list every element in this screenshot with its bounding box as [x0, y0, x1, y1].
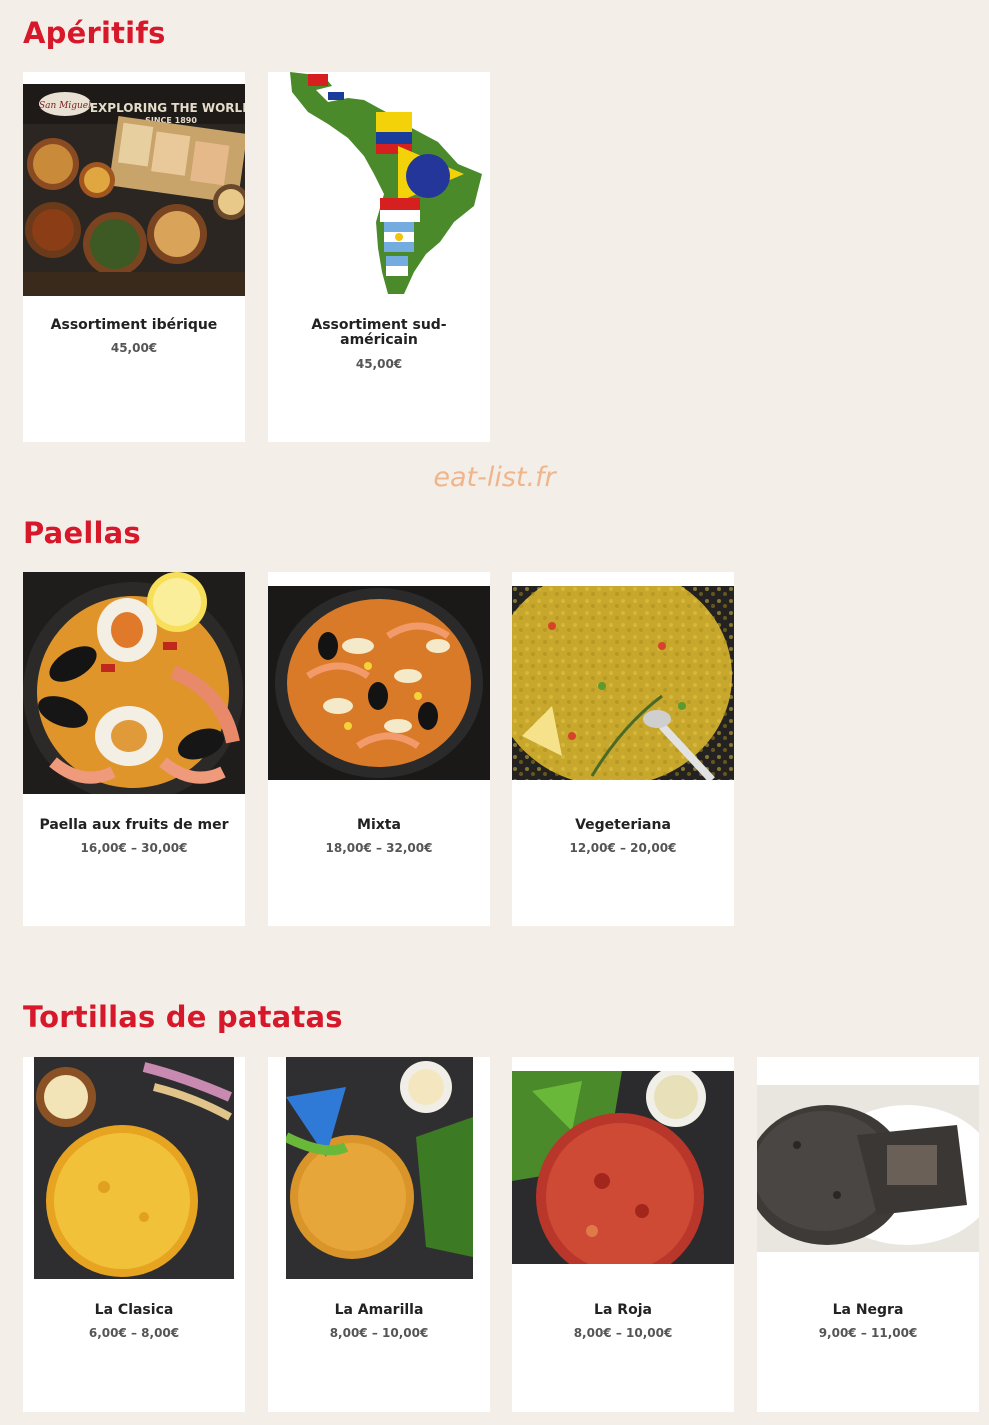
product-image-vegeteriana[interactable] [512, 586, 734, 780]
product-image-la-roja[interactable] [512, 1071, 734, 1264]
product-name[interactable]: Assortiment ibérique [31, 318, 237, 333]
product-card-la-amarilla[interactable]: La Amarilla 8,00€ – 10,00€ [268, 1057, 490, 1412]
product-price: 8,00€ – 10,00€ [573, 1326, 673, 1340]
product-price: 6,00€ – 8,00€ [88, 1326, 180, 1340]
product-price: 12,00€ – 20,00€ [569, 841, 677, 855]
product-card-la-roja[interactable]: La Roja 8,00€ – 10,00€ [512, 1057, 734, 1412]
product-name[interactable]: Vegeteriana [520, 818, 726, 833]
product-card-la-clasica[interactable]: La Clasica 6,00€ – 8,00€ [23, 1057, 245, 1412]
product-name[interactable]: La Roja [520, 1303, 726, 1318]
product-card-mixta[interactable]: Mixta 18,00€ – 32,00€ [268, 572, 490, 926]
product-name[interactable]: Assortiment sud-américain [276, 318, 482, 348]
product-name[interactable]: Mixta [276, 818, 482, 833]
product-image-assortiment-sud-americain[interactable] [268, 72, 490, 296]
watermark: eat-list.fr [433, 462, 556, 493]
product-price: 18,00€ – 32,00€ [325, 841, 433, 855]
board-slogan-text: EXPLORING THE WORLD [90, 101, 245, 115]
section-title-tortillas: Tortillas de patatas [23, 1000, 343, 1034]
product-image-paella-fruits-de-mer[interactable] [23, 572, 245, 794]
product-price: 8,00€ – 10,00€ [329, 1326, 429, 1340]
product-image-la-clasica[interactable] [34, 1057, 234, 1279]
product-image-assortiment-iberique[interactable]: San Miguel EXPLORING THE WORLD SINCE 189… [23, 84, 245, 296]
product-name[interactable]: La Clasica [31, 1303, 237, 1318]
product-image-la-amarilla[interactable] [286, 1057, 473, 1279]
product-card-la-negra[interactable]: La Negra 9,00€ – 11,00€ [757, 1057, 979, 1412]
product-name[interactable]: La Amarilla [276, 1303, 482, 1318]
product-card-paella-fruits-de-mer[interactable]: Paella aux fruits de mer 16,00€ – 30,00€ [23, 572, 245, 926]
board-brand-text: San Miguel [39, 101, 91, 111]
section-title-aperitifs: Apéritifs [23, 16, 166, 50]
product-name[interactable]: La Negra [765, 1303, 971, 1318]
product-price: 16,00€ – 30,00€ [80, 841, 188, 855]
product-card-assortiment-iberique[interactable]: San Miguel EXPLORING THE WORLD SINCE 189… [23, 72, 245, 442]
product-card-vegeteriana[interactable]: Vegeteriana 12,00€ – 20,00€ [512, 572, 734, 926]
product-price: 45,00€ [355, 357, 403, 371]
product-image-mixta[interactable] [268, 586, 490, 780]
product-name[interactable]: Paella aux fruits de mer [31, 818, 237, 833]
product-card-assortiment-sud-americain[interactable]: Assortiment sud-américain 45,00€ [268, 72, 490, 442]
section-title-paellas: Paellas [23, 516, 141, 550]
product-price: 9,00€ – 11,00€ [818, 1326, 918, 1340]
product-price: 45,00€ [110, 341, 158, 355]
product-image-la-negra[interactable] [757, 1085, 979, 1252]
